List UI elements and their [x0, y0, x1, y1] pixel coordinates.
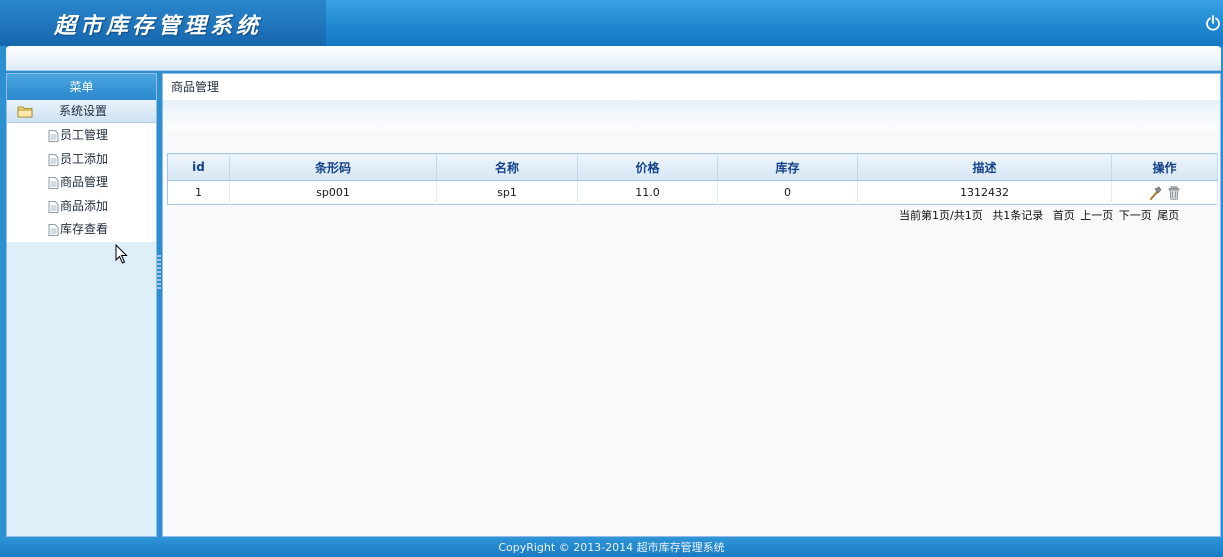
cell-description: 1312432 [857, 180, 1112, 205]
document-icon [48, 130, 59, 142]
next-page-link[interactable]: 下一页 [1119, 209, 1152, 222]
menu-item-product-manage[interactable]: 商品管理 [7, 171, 156, 195]
sidebar-title: 菜单 [7, 74, 156, 100]
record-info: 共1条记录 [992, 209, 1044, 222]
cell-actions [1111, 180, 1218, 205]
first-page-link[interactable]: 首页 [1053, 209, 1075, 222]
mouse-cursor-icon [115, 244, 128, 264]
cell-id: 1 [167, 180, 230, 205]
cell-price: 11.0 [577, 180, 718, 205]
folder-icon [17, 106, 33, 118]
app-title: 超市库存管理系统 [54, 13, 263, 39]
menu-group-system-settings[interactable]: 系统设置 [7, 100, 156, 123]
power-icon[interactable] [1205, 15, 1221, 31]
toolbar-band [6, 46, 1221, 71]
document-icon [48, 177, 59, 189]
prev-page-link[interactable]: 上一页 [1080, 209, 1113, 222]
column-header-barcode[interactable]: 条形码 [229, 153, 437, 181]
cell-barcode: sp001 [229, 180, 437, 205]
menu-item-label: 员工管理 [60, 128, 109, 142]
tab-product-manage[interactable]: 商品管理 [163, 74, 1220, 100]
menu-item-stock-view[interactable]: 库存查看 [7, 218, 156, 242]
document-icon [48, 153, 59, 166]
column-header-price[interactable]: 价格 [577, 153, 718, 181]
sidebar-menu: 菜单 系统设置 员工管理 员工添加 商品管理 商品添加 库存查看 [6, 73, 157, 537]
main-toolbar-band [163, 100, 1220, 130]
column-header-stock[interactable]: 库存 [717, 153, 858, 181]
edit-hammer-icon[interactable] [1148, 186, 1162, 200]
menu-item-label: 库存查看 [60, 222, 109, 236]
menu-item-label: 商品添加 [60, 198, 109, 213]
document-icon [48, 200, 59, 213]
last-page-link[interactable]: 尾页 [1157, 209, 1179, 222]
footer: CopyRight © 2013-2014 超市库存管理系统 [0, 537, 1223, 557]
column-header-name[interactable]: 名称 [436, 153, 578, 181]
cell-stock: 0 [717, 180, 858, 205]
menu-item-label: 商品管理 [60, 175, 109, 189]
menu-group-label: 系统设置 [59, 104, 108, 118]
table-row[interactable]: 1 sp001 sp1 11.0 0 1312432 [167, 180, 1218, 205]
splitter-grip[interactable] [157, 255, 161, 289]
cell-name: sp1 [436, 180, 578, 205]
product-table: id 条形码 名称 价格 库存 描述 操作 1 sp001 sp1 11.0 0… [167, 153, 1218, 205]
main-panel: 商品管理 id 条形码 名称 价格 库存 描述 操作 1 sp001 sp1 1… [162, 73, 1221, 537]
table-header-row: id 条形码 名称 价格 库存 描述 操作 [167, 153, 1218, 181]
menu-item-label: 员工添加 [60, 151, 109, 166]
top-header: 超市库存管理系统 [0, 0, 1223, 46]
menu-item-employee-add[interactable]: 员工添加 [7, 148, 156, 172]
document-icon [48, 224, 59, 236]
page-info: 当前第1页/共1页 [899, 209, 983, 222]
menu-list: 员工管理 员工添加 商品管理 商品添加 库存查看 [7, 123, 156, 242]
trash-icon[interactable] [1167, 186, 1181, 200]
column-header-description[interactable]: 描述 [857, 153, 1112, 181]
column-header-id[interactable]: id [167, 153, 230, 181]
logo-block: 超市库存管理系统 [0, 0, 326, 46]
pagination: 当前第1页/共1页 共1条记录 首页 上一页 下一页 尾页 [899, 207, 1181, 223]
copyright-text: CopyRight © 2013-2014 超市库存管理系统 [498, 541, 725, 554]
menu-item-product-add[interactable]: 商品添加 [7, 195, 156, 219]
menu-item-employee-manage[interactable]: 员工管理 [7, 124, 156, 148]
column-header-actions: 操作 [1111, 153, 1218, 181]
